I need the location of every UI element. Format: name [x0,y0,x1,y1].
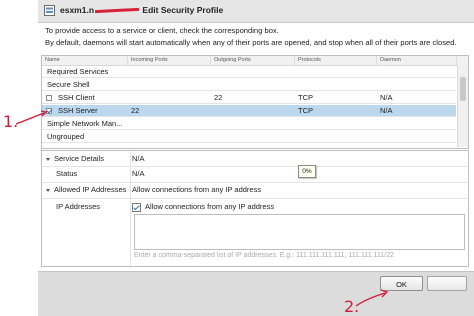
service-details-label[interactable]: Service Details [42,153,130,165]
table-row[interactable]: Secure Shell [42,79,456,91]
row-name: Ungrouped [47,132,85,141]
intro-line-1: To provide access to a service or client… [45,26,279,35]
row-daemon: N/A [380,93,393,102]
ip-list-placeholder: Enter a comma-separated list of IP addre… [134,252,394,259]
separator [42,182,468,183]
row-name: SSH Server [58,106,98,115]
row-daemon: N/A [380,106,393,115]
row-name: Simple Network Man... [47,119,123,128]
table-row[interactable]: Required Services [42,66,456,78]
separator [42,198,468,199]
row-incoming: 22 [131,106,140,115]
row-protocols: TCP [298,93,313,102]
ssh-server-checkbox[interactable] [46,108,52,114]
intro-line-2: By default, daemons will start automatic… [45,38,457,47]
dialog-footer: OK [38,271,474,316]
allowed-ip-value: Allow connections from any IP address [132,185,262,194]
dialog-titlebar: esxm1.n Edit Security Profile [38,0,474,23]
host-icon [44,5,55,16]
allow-any-ip-checkbox[interactable] [132,203,141,212]
cancel-button[interactable] [427,276,467,291]
security-profile-table: Name Incoming Ports Outgoing Ports Proto… [41,55,469,149]
table-row[interactable]: SSH Client 22 TCP N/A [42,92,456,104]
intro-text: To provide access to a service or client… [45,25,470,49]
redaction-mark [94,8,140,14]
header-daemon[interactable]: Daemon [377,56,457,65]
collapse-triangle-icon[interactable] [46,157,50,161]
scrollbar-thumb[interactable] [460,77,466,101]
table-scrollbar[interactable] [457,65,468,147]
status-value: N/A [132,169,145,178]
ssh-client-checkbox[interactable] [46,95,52,101]
table-header: Name Incoming Ports Outgoing Ports Proto… [42,56,468,66]
table-row[interactable]: Ungrouped [42,131,456,143]
row-protocols: TCP [298,106,313,115]
background-margin [0,0,38,315]
allow-any-ip-label[interactable]: Allow connections from any IP address [145,201,274,213]
header-outgoing-ports[interactable]: Outgoing Ports [211,56,295,65]
dialog-title: esxm1.n Edit Security Profile [60,5,224,15]
separator [42,166,468,167]
ok-button[interactable]: OK [380,276,423,291]
header-protocols[interactable]: Protocols [295,56,377,65]
table-row-selected[interactable]: SSH Server 22 TCP N/A [42,105,456,117]
ip-list-textarea[interactable] [134,214,465,250]
allowed-ip-label[interactable]: Allowed IP Addresses [42,184,130,196]
table-row[interactable]: Simple Network Man... [42,118,456,130]
details-divider [130,151,131,266]
status-label: Status [56,169,78,178]
details-panel: Service Details N/A Status N/A 0% Allowe… [41,150,469,267]
row-name: Secure Shell [47,80,90,89]
row-name: Required Services [47,67,109,76]
header-name[interactable]: Name [42,56,128,65]
row-name: SSH Client [58,93,95,102]
service-details-value: N/A [132,154,145,163]
header-incoming-ports[interactable]: Incoming Ports [128,56,211,65]
progress-tooltip: 0% [298,165,316,178]
row-outgoing: 22 [214,93,223,102]
ip-addresses-label: IP Addresses [56,202,101,211]
collapse-triangle-icon[interactable] [46,188,50,192]
